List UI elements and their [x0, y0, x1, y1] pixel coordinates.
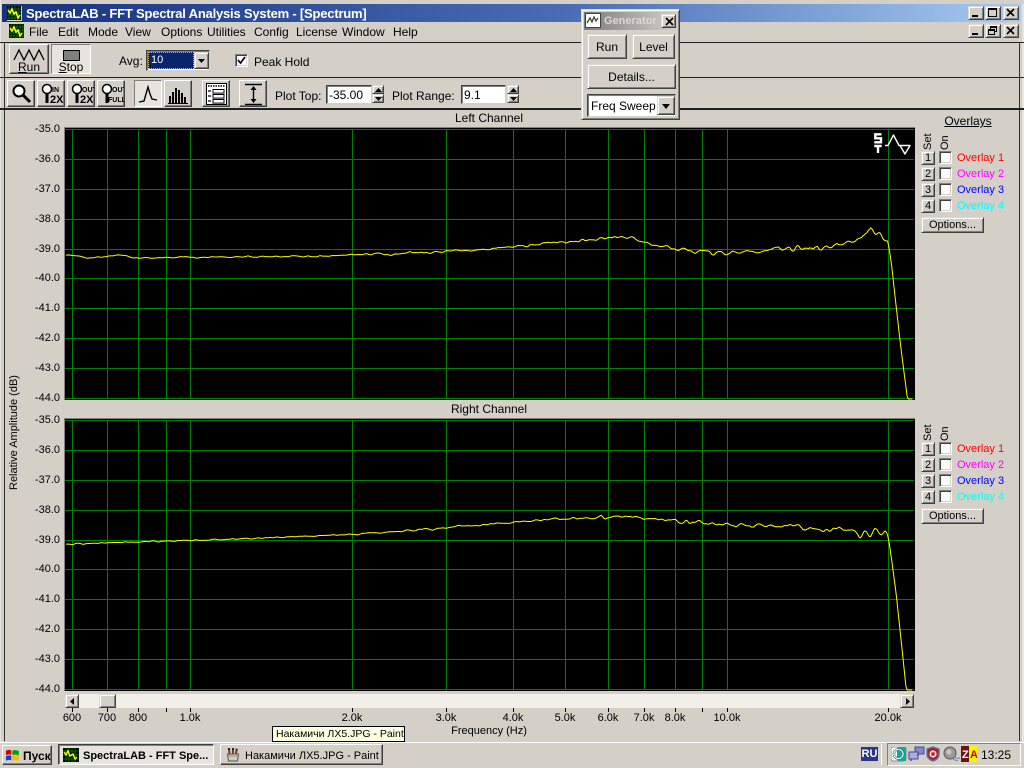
svg-text:2X: 2X: [50, 94, 64, 106]
svg-text:OUT: OUT: [112, 87, 124, 94]
svg-text:2X: 2X: [80, 94, 94, 106]
svg-text:FULL: FULL: [108, 97, 124, 104]
svg-text:A: A: [970, 749, 977, 761]
svg-text:OUT: OUT: [82, 87, 94, 94]
svg-text:IN: IN: [52, 87, 59, 94]
svg-text:Z: Z: [962, 749, 969, 761]
